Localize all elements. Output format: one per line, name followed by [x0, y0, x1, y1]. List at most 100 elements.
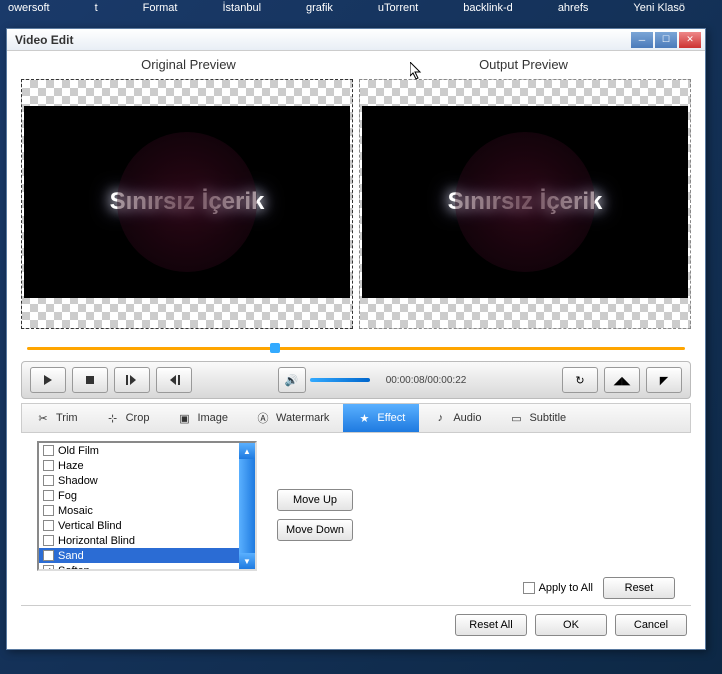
separator [21, 605, 691, 606]
title-bar-buttons: ─ ☐ ✕ [631, 32, 701, 48]
flip-vertical-button[interactable]: ◤ [646, 367, 682, 393]
effect-order-buttons: Move Up Move Down [277, 441, 353, 571]
effect-label: Vertical Blind [58, 520, 122, 532]
effect-checkbox[interactable] [43, 535, 54, 546]
effect-checkbox[interactable] [43, 475, 54, 486]
desktop-icon[interactable]: backlink-d [463, 2, 513, 26]
effect-item[interactable]: Vertical Blind [39, 518, 239, 533]
tab-image[interactable]: ▣Image [163, 404, 242, 432]
speaker-icon: 🔊 [285, 374, 299, 387]
move-up-button[interactable]: Move Up [277, 489, 353, 511]
tab-watermark[interactable]: ⒶWatermark [242, 404, 343, 432]
star-icon: ★ [357, 411, 371, 425]
close-button[interactable]: ✕ [679, 32, 701, 48]
effect-item[interactable]: ✓ Soften [39, 563, 239, 569]
effect-label: Mosaic [58, 505, 93, 517]
ok-button[interactable]: OK [535, 614, 607, 636]
reset-button[interactable]: Reset [603, 577, 675, 599]
effect-item[interactable]: Horizontal Blind [39, 533, 239, 548]
desktop-icons: owersoft t Format İstanbul grafik uTorre… [0, 0, 722, 28]
scrollbar[interactable]: ▲ ▼ [239, 443, 255, 569]
volume-button[interactable]: 🔊 [278, 367, 306, 393]
effect-panel: Old Film Haze Shadow Fog Mosaic Vertical Blin… [37, 441, 675, 571]
output-preview[interactable]: Sınırsız İçerik [359, 79, 691, 329]
volume-control: 🔊 [278, 367, 370, 393]
rotate-button[interactable]: ↻ [562, 367, 598, 393]
apply-to-all-checkbox[interactable]: Apply to All [523, 582, 593, 594]
cancel-button[interactable]: Cancel [615, 614, 687, 636]
original-preview-label: Original Preview [21, 57, 356, 79]
effect-item[interactable]: Mosaic [39, 503, 239, 518]
effect-item[interactable]: Fog [39, 488, 239, 503]
effect-checkbox[interactable] [43, 550, 54, 561]
desktop-icon[interactable]: owersoft [8, 2, 50, 26]
tab-audio[interactable]: ♪Audio [419, 404, 495, 432]
dialog-buttons: Reset All OK Cancel [25, 614, 687, 636]
output-preview-label: Output Preview [356, 57, 691, 79]
title-bar: Video Edit ─ ☐ ✕ [7, 29, 705, 51]
desktop-icon[interactable]: t [95, 2, 98, 26]
desktop-icon[interactable]: Format [143, 2, 178, 26]
effect-label: Horizontal Blind [58, 535, 135, 547]
reset-all-button[interactable]: Reset All [455, 614, 527, 636]
move-down-button[interactable]: Move Down [277, 519, 353, 541]
tab-effect[interactable]: ★Effect [343, 404, 419, 432]
playback-controls: 🔊 00:00:08/00:00:22 ↻ ◢◣ ◤ [21, 361, 691, 399]
timeline-handle[interactable] [270, 343, 280, 353]
flip-v-icon: ◤ [660, 374, 668, 387]
effect-label: Fog [58, 490, 77, 502]
rotate-icon: ↻ [575, 374, 584, 387]
preview-area: Original Preview Output Preview Sınırsız… [7, 51, 705, 329]
play-button[interactable] [30, 367, 66, 393]
effect-item[interactable]: Old Film [39, 443, 239, 458]
effect-label: Sand [58, 550, 84, 562]
effect-checkbox[interactable] [43, 445, 54, 456]
desktop-icon[interactable]: uTorrent [378, 2, 418, 26]
time-display: 00:00:08/00:00:22 [386, 375, 467, 386]
effect-list: Old Film Haze Shadow Fog Mosaic Vertical Blin… [37, 441, 257, 571]
scroll-up-button[interactable]: ▲ [239, 443, 255, 459]
music-note-icon: ♪ [433, 411, 447, 425]
tab-crop[interactable]: ⊹Crop [92, 404, 164, 432]
effect-checkbox[interactable] [43, 520, 54, 531]
flip-horizontal-button[interactable]: ◢◣ [604, 367, 640, 393]
desktop-icon[interactable]: ahrefs [558, 2, 589, 26]
effect-checkbox[interactable] [43, 490, 54, 501]
desktop-icon[interactable]: Yeni Klasö [633, 2, 685, 26]
checkbox-icon [523, 582, 535, 594]
trim-end-button[interactable] [156, 367, 192, 393]
stop-button[interactable] [72, 367, 108, 393]
effect-label: Haze [58, 460, 84, 472]
video-edit-window: Video Edit ─ ☐ ✕ Original Preview Output… [6, 28, 706, 650]
scroll-down-button[interactable]: ▼ [239, 553, 255, 569]
flip-h-icon: ◢◣ [614, 374, 631, 387]
desktop-icon[interactable]: grafik [306, 2, 333, 26]
subtitle-icon: ▭ [509, 411, 523, 425]
tabs-bar: ✂Trim ⊹Crop ▣Image ⒶWatermark ★Effect ♪A… [21, 403, 691, 433]
effect-checkbox[interactable]: ✓ [43, 565, 54, 569]
tab-subtitle[interactable]: ▭Subtitle [495, 404, 580, 432]
desktop-icon[interactable]: İstanbul [222, 2, 261, 26]
minimize-button[interactable]: ─ [631, 32, 653, 48]
effect-label: Old Film [58, 445, 99, 457]
effect-checkbox[interactable] [43, 460, 54, 471]
maximize-button[interactable]: ☐ [655, 32, 677, 48]
watermark-icon: Ⓐ [256, 411, 270, 425]
effect-item[interactable]: Haze [39, 458, 239, 473]
effect-item[interactable]: Shadow [39, 473, 239, 488]
effect-label: Soften [58, 565, 90, 570]
scissors-icon: ✂ [36, 411, 50, 425]
effect-label: Shadow [58, 475, 98, 487]
window-title: Video Edit [11, 33, 73, 47]
timeline[interactable] [27, 343, 685, 353]
effect-checkbox[interactable] [43, 505, 54, 516]
trim-start-button[interactable] [114, 367, 150, 393]
tab-trim[interactable]: ✂Trim [22, 404, 92, 432]
timeline-track[interactable] [27, 347, 685, 350]
effect-item[interactable]: Sand [39, 548, 239, 563]
volume-slider[interactable] [310, 378, 370, 382]
scroll-thumb[interactable] [239, 459, 255, 553]
crop-icon: ⊹ [106, 411, 120, 425]
apply-row: Apply to All Reset [37, 577, 675, 599]
original-preview[interactable]: Sınırsız İçerik [21, 79, 353, 329]
